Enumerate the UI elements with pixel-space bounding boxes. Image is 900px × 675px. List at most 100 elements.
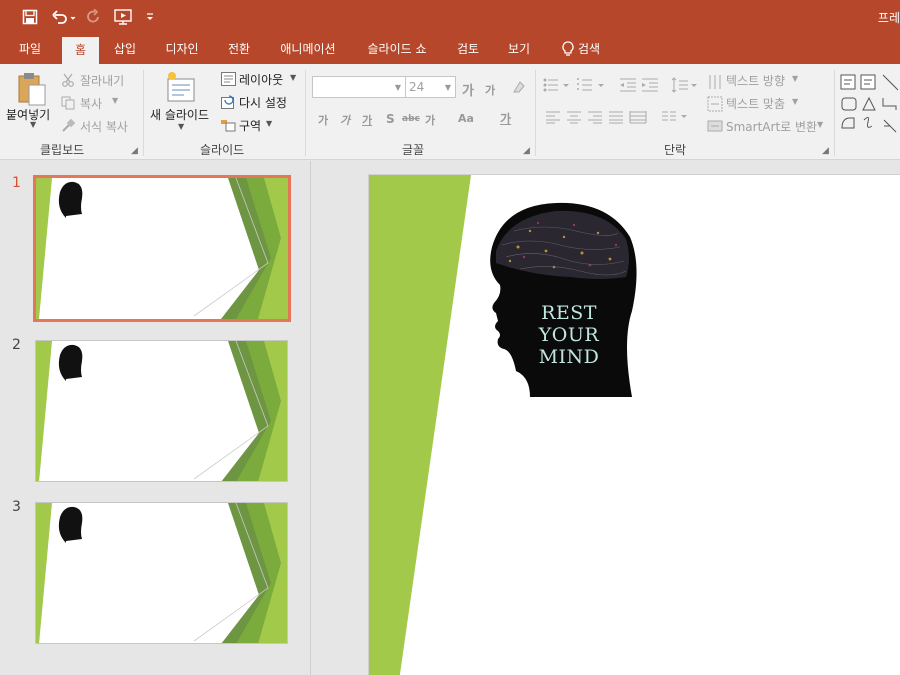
section-dropdown-icon[interactable]: ▼ (266, 119, 272, 128)
align-text-icon[interactable] (706, 95, 724, 113)
head-image-caption: REST YOUR MIND (521, 302, 617, 368)
bold-button[interactable]: 가 (318, 112, 328, 128)
lightbulb-icon (562, 41, 574, 56)
decrease-indent-icon[interactable] (618, 76, 638, 94)
smartart-icon[interactable] (706, 117, 724, 135)
section-icon[interactable] (220, 117, 236, 133)
font-launcher-icon[interactable]: ◢ (523, 146, 530, 156)
slide-number: 2 (12, 337, 21, 353)
tell-me-label: 검색 (577, 42, 601, 56)
tab-view[interactable]: 보기 (498, 34, 540, 64)
slide-number: 3 (12, 499, 21, 515)
window-title: 프레 (877, 11, 900, 25)
justify-icon[interactable] (607, 109, 625, 125)
slide-thumbnail-3[interactable] (35, 502, 288, 644)
group-separator (834, 70, 835, 156)
tab-design[interactable]: 디자인 (155, 34, 209, 64)
font-group-label: 글꼴 (402, 143, 425, 157)
underline-button[interactable]: 가 (362, 112, 372, 128)
align-left-icon[interactable] (544, 109, 562, 125)
section-button[interactable]: 구역 (239, 117, 261, 134)
strikethrough-button[interactable]: abc (402, 114, 420, 124)
paste-dropdown-icon[interactable]: ▼ (30, 120, 36, 129)
tab-slideshow[interactable]: 슬라이드 쇼 (356, 34, 438, 64)
cut-icon[interactable] (60, 72, 76, 88)
slide-thumbnails-pane: 1 2 3 (0, 161, 310, 675)
font-size-combo[interactable]: 24 ▼ (405, 76, 456, 98)
layout-button[interactable]: 레이아웃 (239, 71, 283, 88)
tab-insert[interactable]: 삽입 (104, 34, 146, 64)
group-separator (305, 70, 306, 156)
format-painter-icon[interactable] (60, 118, 76, 134)
new-slide-dropdown-icon[interactable]: ▼ (178, 122, 184, 131)
font-color-button[interactable]: 가 (500, 110, 511, 127)
paragraph-launcher-icon[interactable]: ◢ (822, 146, 829, 156)
undo-icon[interactable] (50, 7, 78, 27)
present-from-start-icon[interactable] (113, 7, 135, 27)
save-icon[interactable] (20, 7, 40, 27)
reset-button[interactable]: 다시 설정 (239, 94, 287, 111)
shadow-button[interactable]: S (386, 112, 395, 126)
paste-icon[interactable] (14, 70, 50, 108)
distribute-icon[interactable] (628, 109, 648, 125)
text-direction-dropdown-icon[interactable]: ▼ (792, 74, 798, 83)
reset-slide-icon[interactable] (220, 94, 236, 110)
bullets-icon[interactable] (542, 76, 572, 94)
main-slide-canvas[interactable]: REST YOUR MIND (368, 174, 900, 675)
layout-dropdown-icon[interactable]: ▼ (290, 73, 296, 82)
chevron-down-icon: ▼ (394, 83, 401, 92)
paste-button[interactable]: 붙여넣기 (6, 106, 50, 123)
tab-transitions[interactable]: 전환 (217, 34, 261, 64)
new-slide-button[interactable]: 새 슬라이드 (150, 106, 209, 123)
shrink-font-button[interactable]: 가 (485, 82, 495, 98)
slide-thumbnail-2[interactable] (35, 340, 288, 482)
copy-button[interactable]: 복사 (80, 95, 102, 112)
tab-home[interactable]: 홈 (62, 37, 99, 64)
copy-icon[interactable] (60, 95, 76, 111)
layout-icon[interactable] (220, 71, 236, 87)
format-painter-button[interactable]: 서식 복사 (80, 118, 128, 135)
head-silhouette-image[interactable] (490, 201, 638, 399)
new-slide-icon[interactable] (163, 70, 197, 104)
align-text-dropdown-icon[interactable]: ▼ (792, 97, 798, 106)
redo-icon[interactable] (85, 7, 103, 27)
ribbon: 붙여넣기 ▼ 잘라내기 복사 ▼ 서식 복사 클립보드 ◢ 새 슬라이드 ▼ 레… (0, 64, 900, 160)
tab-file[interactable]: 파일 (8, 34, 52, 64)
clipboard-launcher-icon[interactable]: ◢ (131, 146, 138, 156)
caption-line: YOUR (538, 324, 600, 346)
smartart-button[interactable]: SmartArt로 변환 (726, 118, 817, 135)
clear-formatting-icon[interactable] (510, 78, 528, 96)
group-separator (143, 70, 144, 156)
tab-animations[interactable]: 애니메이션 (270, 34, 346, 64)
customize-qat-icon[interactable] (144, 7, 156, 27)
group-separator (535, 70, 536, 156)
tell-me-button[interactable]: 검색 (550, 34, 612, 64)
text-direction-button[interactable]: 텍스트 방향 (726, 72, 785, 89)
clipboard-group-label: 클립보드 (40, 143, 85, 157)
slides-group-label: 슬라이드 (200, 143, 245, 157)
ribbon-tabs: 파일 홈 삽입 디자인 전환 애니메이션 슬라이드 쇼 검토 보기 검색 (0, 34, 900, 64)
char-spacing-button[interactable]: 가 (425, 112, 435, 128)
text-direction-icon[interactable] (706, 73, 724, 91)
slide-editor: REST YOUR MIND (311, 161, 900, 675)
italic-button[interactable]: 가 (340, 112, 350, 128)
line-spacing-icon[interactable] (670, 76, 700, 94)
align-text-button[interactable]: 텍스트 맞춤 (726, 95, 785, 112)
shapes-gallery[interactable] (838, 70, 900, 140)
smartart-dropdown-icon[interactable]: ▼ (817, 120, 823, 129)
grow-font-button[interactable]: 가 (462, 80, 474, 99)
increase-indent-icon[interactable] (640, 76, 660, 94)
title-bar: 프레 (0, 0, 900, 34)
columns-icon[interactable] (660, 109, 690, 125)
font-name-combo[interactable]: ▼ (312, 76, 406, 98)
numbering-icon[interactable] (575, 76, 607, 94)
paragraph-group-label: 단락 (664, 143, 687, 157)
slide-thumbnail-1[interactable] (33, 175, 291, 322)
cut-button[interactable]: 잘라내기 (80, 72, 124, 89)
align-center-icon[interactable] (565, 109, 583, 125)
align-right-icon[interactable] (586, 109, 604, 125)
tab-review[interactable]: 검토 (446, 34, 490, 64)
change-case-button[interactable]: Aa (458, 112, 474, 125)
font-size-value: 24 (409, 80, 425, 94)
copy-dropdown-icon[interactable]: ▼ (112, 96, 118, 105)
